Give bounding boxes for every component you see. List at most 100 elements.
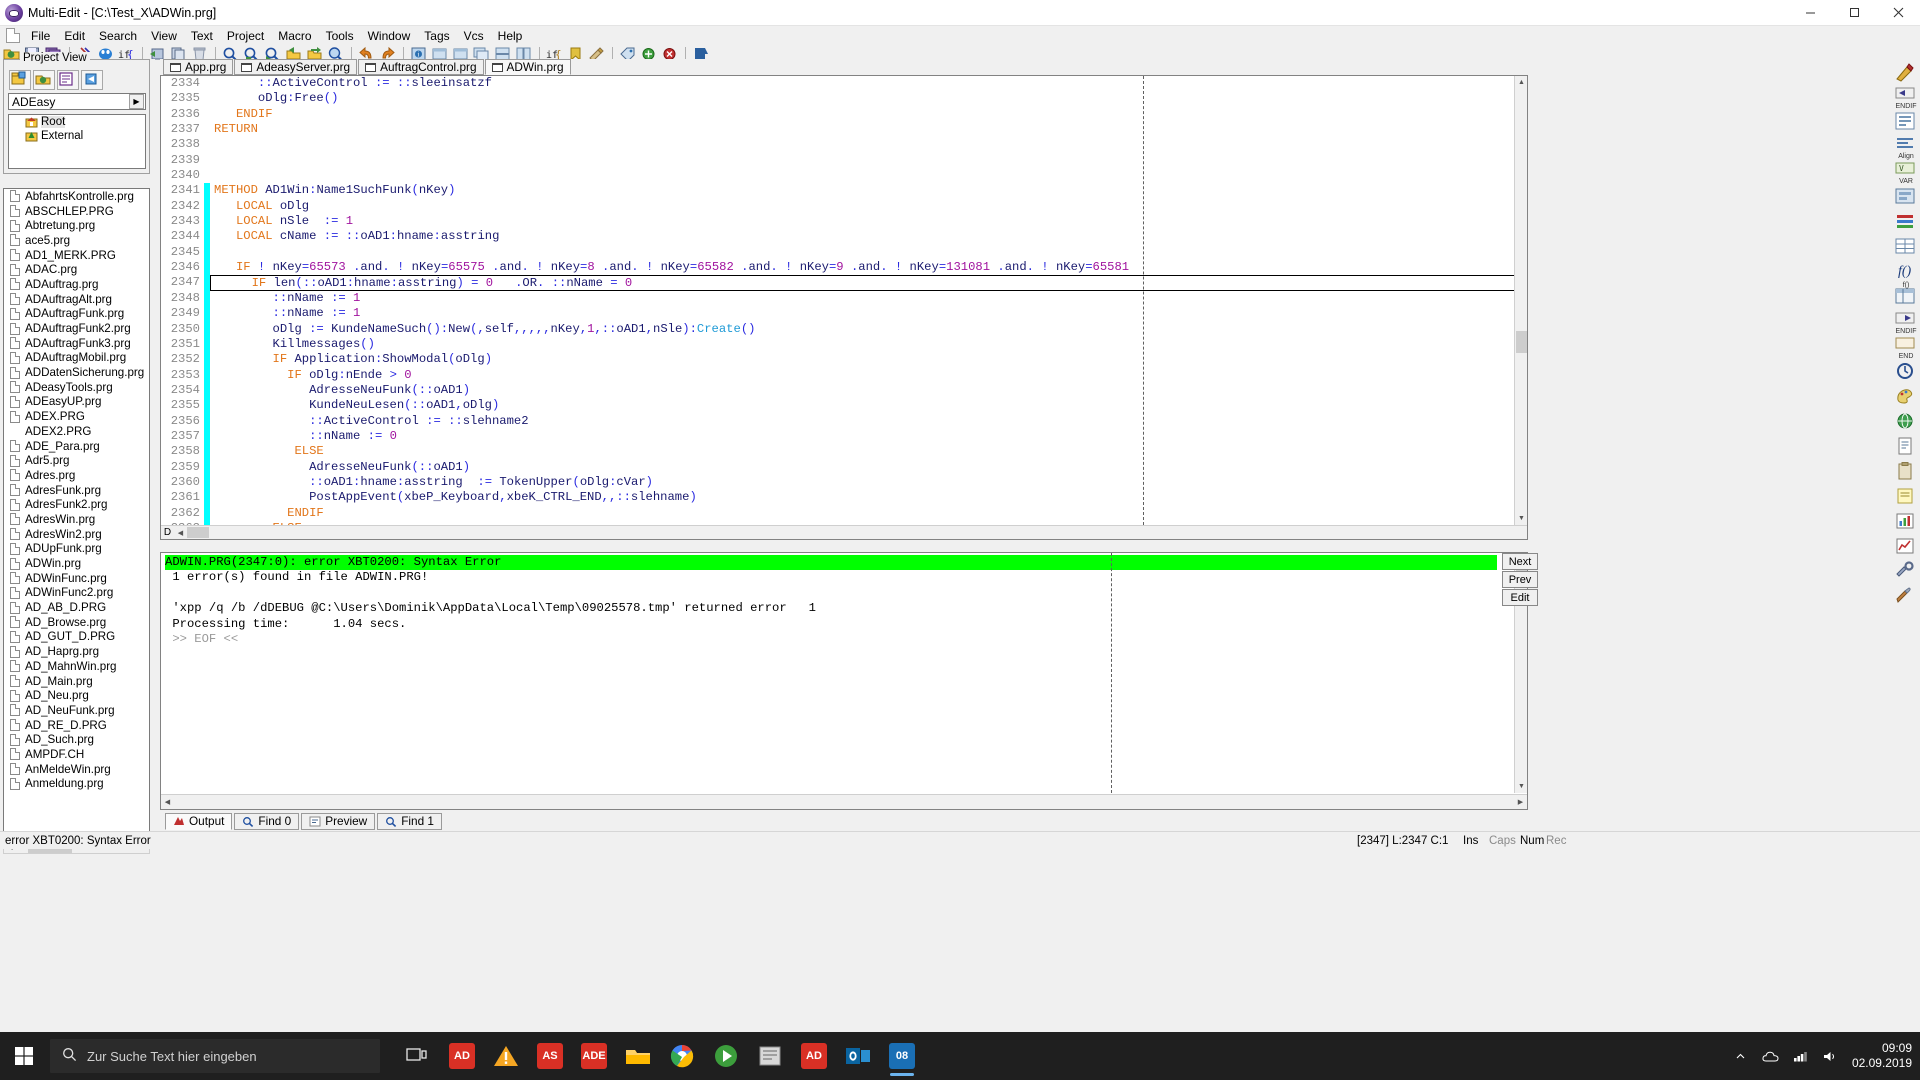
taskbar-app-ad[interactable]: AD	[442, 1034, 482, 1078]
maximize-button[interactable]	[1832, 0, 1876, 26]
taskbar-app-ade[interactable]: ADE	[574, 1034, 614, 1078]
wrench-icon[interactable]	[1894, 586, 1918, 610]
project-file-list[interactable]: AbfahrtsKontrolle.prg ABSCHLEP.PRG Abtretu…	[3, 188, 150, 838]
file-list-item[interactable]: ADWinFunc2.prg	[4, 586, 149, 601]
code-line[interactable]: 2356 ::ActiveControl := ::slehname2	[161, 413, 1514, 429]
editor-tab[interactable]: App.prg	[163, 59, 234, 75]
output-prev-button[interactable]: Prev	[1502, 571, 1538, 588]
taskbar-app-media[interactable]	[706, 1034, 746, 1078]
circle-icon[interactable]	[1894, 361, 1918, 385]
editor-tab[interactable]: ADWin.prg	[484, 59, 571, 75]
menu-file[interactable]: File	[24, 27, 57, 45]
file-list-item[interactable]: AD_NeuFunk.prg	[4, 703, 149, 718]
doc-icon[interactable]	[1894, 436, 1918, 460]
file-list-item[interactable]: ADUpFunk.prg	[4, 542, 149, 557]
output-hscroll-right-icon[interactable]: ▶	[1514, 795, 1527, 809]
file-list-item[interactable]: AD_Such.prg	[4, 732, 149, 747]
code-line[interactable]: 2349 ::nName := 1	[161, 306, 1514, 322]
taskbar-task-view[interactable]	[398, 1034, 438, 1078]
code-line[interactable]: 2357 ::nName := 0	[161, 428, 1514, 445]
paint-icon[interactable]	[1894, 386, 1918, 410]
file-list-item[interactable]: AnMeldeWin.prg	[4, 762, 149, 777]
file-list-item[interactable]: ADAuftragFunk.prg	[4, 307, 149, 322]
taskbar-app-ad2[interactable]: AD	[794, 1034, 834, 1078]
editor-horizontal-scrollbar[interactable]: D ◀	[161, 525, 1527, 539]
code-line[interactable]: 2335 oDlg:Free()	[161, 91, 1514, 106]
project-tree[interactable]: Root External	[8, 114, 146, 169]
code-text-area[interactable]: 2334 ::ActiveControl := ::sleeinsatzf 233…	[161, 76, 1514, 525]
menu-window[interactable]: Window	[361, 27, 418, 45]
file-list-item[interactable]: ADAuftragFunk3.prg	[4, 336, 149, 351]
file-list-item[interactable]: AdresFunk.prg	[4, 483, 149, 498]
note-icon[interactable]	[1894, 486, 1918, 510]
new-project-icon[interactable]	[9, 70, 31, 90]
bars-icon[interactable]	[1894, 211, 1918, 235]
menu-project[interactable]: Project	[220, 27, 271, 45]
file-list-item[interactable]: ADEasyUP.prg	[4, 395, 149, 410]
menu-macro[interactable]: Macro	[271, 27, 318, 45]
clip-icon[interactable]	[1894, 461, 1918, 485]
file-list-item[interactable]: AD_Neu.prg	[4, 688, 149, 703]
file-list-item[interactable]: ADAuftragFunk2.prg	[4, 321, 149, 336]
var-icon[interactable]: V VAR	[1894, 161, 1918, 185]
file-list-item[interactable]: Abtretung.prg	[4, 218, 149, 233]
menu-text[interactable]: Text	[184, 27, 220, 45]
chart-icon[interactable]	[1894, 511, 1918, 535]
code-line[interactable]: 2341 METHOD AD1Win:Name1SuchFunk(nKey)	[161, 183, 1514, 199]
file-list-item[interactable]: ADWinFunc.prg	[4, 571, 149, 586]
code-line[interactable]: 2358 ELSE	[161, 444, 1514, 460]
file-list-item[interactable]: ace5.prg	[4, 233, 149, 248]
code-line[interactable]: 2337 RETURN	[161, 122, 1514, 137]
taskbar-app-editor[interactable]	[750, 1034, 790, 1078]
menu-search[interactable]: Search	[92, 27, 144, 45]
editor-tab[interactable]: AdeasyServer.prg	[234, 59, 358, 75]
file-list-item[interactable]: AdresFunk2.prg	[4, 497, 149, 512]
taskbar-app-warning[interactable]	[486, 1034, 526, 1078]
output-tab[interactable]: Output	[165, 812, 233, 830]
code-line[interactable]: 2340	[161, 168, 1514, 183]
file-list-item[interactable]: AD_Haprg.prg	[4, 644, 149, 659]
close-button[interactable]	[1876, 0, 1920, 26]
func-icon[interactable]: f() f()	[1894, 261, 1918, 289]
file-list-item[interactable]: ABSCHLEP.PRG	[4, 204, 149, 219]
project-properties-icon[interactable]	[57, 70, 79, 90]
volume-icon[interactable]	[1822, 1050, 1840, 1063]
table-icon[interactable]	[1894, 286, 1918, 310]
tree-item-root[interactable]: Root	[9, 115, 145, 129]
output-tab[interactable]: Find 0	[234, 812, 300, 830]
code-editor[interactable]: 2334 ::ActiveControl := ::sleeinsatzf 233…	[160, 75, 1528, 540]
menu-view[interactable]: View	[144, 27, 184, 45]
output-edit-button[interactable]: Edit	[1502, 589, 1538, 606]
tree-item-external[interactable]: External	[9, 129, 145, 143]
code-line[interactable]: 2339	[161, 153, 1514, 168]
output-panel[interactable]: ADWIN.PRG(2347:0): error XBT0200: Syntax…	[160, 552, 1528, 810]
hscroll-left-arrow-icon[interactable]: ◀	[174, 526, 187, 539]
code-line[interactable]: 2359 AdresseNeuFunk(::oAD1)	[161, 459, 1514, 475]
start-button[interactable]	[0, 1032, 48, 1080]
file-list-item[interactable]: Adr5.prg	[4, 453, 149, 468]
file-list-item[interactable]: ADAuftrag.prg	[4, 277, 149, 292]
code-line[interactable]: 2346 IF ! nKey=65573 .and. ! nKey=65575 …	[161, 260, 1514, 276]
scroll-up-arrow-icon[interactable]: ▲	[1515, 76, 1527, 89]
file-list-item[interactable]: AD_Main.prg	[4, 674, 149, 689]
code-line[interactable]: 2345	[161, 244, 1514, 261]
file-list-item[interactable]: AD_GUT_D.PRG	[4, 630, 149, 645]
file-list-item[interactable]: ADWin.prg	[4, 556, 149, 571]
output-next-button[interactable]: Next	[1502, 553, 1538, 570]
block-icon[interactable]	[1894, 186, 1918, 210]
file-list-item[interactable]: ADeasyTools.prg	[4, 380, 149, 395]
output-tab[interactable]: Find 1	[377, 812, 442, 830]
minimize-button[interactable]	[1788, 0, 1832, 26]
code-line[interactable]: 2354 AdresseNeuFunk(::oAD1)	[161, 382, 1514, 399]
file-list-item[interactable]: Anmeldung.prg	[4, 777, 149, 792]
output-scroll-down-icon[interactable]: ▼	[1515, 780, 1527, 793]
refresh-project-icon[interactable]	[81, 70, 103, 90]
chevron-up-icon[interactable]	[1732, 1051, 1750, 1062]
file-list-item[interactable]: AdresWin2.prg	[4, 527, 149, 542]
file-list-item[interactable]: ADAuftragMobil.prg	[4, 351, 149, 366]
file-list-item[interactable]: ADDatenSicherung.prg	[4, 365, 149, 380]
taskbar-app-08[interactable]: 08	[882, 1034, 922, 1078]
code-line[interactable]: 2348 ::nName := 1	[161, 290, 1514, 307]
scroll-down-arrow-icon[interactable]: ▼	[1515, 512, 1527, 525]
file-list-item[interactable]: AD_Browse.prg	[4, 615, 149, 630]
